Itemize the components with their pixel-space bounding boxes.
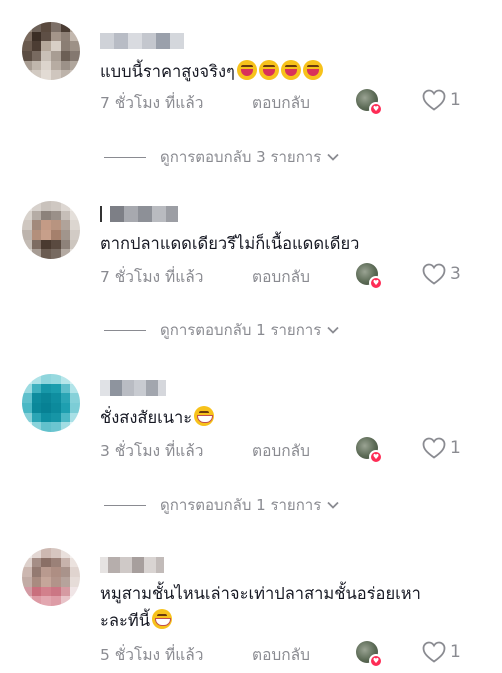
laughing-emoji-icon — [236, 60, 257, 80]
creator-liked-avatar: ♥ — [356, 263, 383, 290]
comment-timestamp: 5 ชั่วโมง ที่แล้ว — [100, 646, 204, 664]
grinning-emoji-icon — [194, 406, 215, 426]
username-blurred[interactable] — [100, 33, 184, 49]
laughing-emoji-icon — [302, 60, 323, 80]
comment-text-line: ะละทีนี้ — [100, 607, 470, 634]
chevron-down-icon — [327, 153, 339, 161]
comment-text-line: หมูสามชั้นไหนเล่าจะเท่าปลาสามชั้นอร่อยเห… — [100, 584, 421, 603]
comment-text: แบบนี้ราคาสูงจริงๆ — [100, 58, 470, 85]
view-replies-label: ดูการตอบกลับ 3 รายการ — [160, 148, 322, 166]
avatar[interactable] — [22, 548, 80, 606]
view-replies-label: ดูการตอบกลับ 1 รายการ — [160, 496, 322, 514]
avatar[interactable] — [22, 22, 80, 80]
creator-liked-avatar: ♥ — [356, 437, 383, 464]
comment-text: ตากปลาแดดเดียวรึไม่ก็เนื้อแดดเดียว — [100, 234, 360, 253]
heart-outline-icon — [422, 263, 446, 285]
reply-button[interactable]: ตอบกลับ — [252, 90, 310, 115]
reply-button[interactable]: ตอบกลับ — [252, 642, 310, 667]
creator-liked-avatar: ♥ — [356, 641, 383, 668]
comment-text: หมูสามชั้นไหนเล่าจะเท่าปลาสามชั้นอร่อยเห… — [100, 580, 470, 634]
creator-liked-avatar: ♥ — [356, 89, 383, 116]
comment-text: ชั่งสงสัยเนาะ — [100, 404, 470, 431]
comment-timestamp: 3 ชั่วโมง ที่แล้ว — [100, 442, 204, 460]
like-button[interactable]: 1 — [422, 641, 461, 663]
avatar[interactable] — [22, 201, 80, 259]
like-button[interactable]: 3 — [422, 263, 461, 285]
chevron-down-icon — [327, 326, 339, 334]
like-count: 1 — [450, 90, 461, 110]
divider-line — [104, 504, 146, 506]
heart-badge-icon: ♥ — [369, 102, 383, 116]
heart-outline-icon — [422, 641, 446, 663]
heart-badge-icon: ♥ — [369, 654, 383, 668]
reply-button[interactable]: ตอบกลับ — [252, 438, 310, 463]
heart-outline-icon — [422, 89, 446, 111]
comment-timestamp: 7 ชั่วโมง ที่แล้ว — [100, 94, 204, 112]
heart-badge-icon: ♥ — [369, 276, 383, 290]
grinning-emoji-icon — [152, 609, 172, 629]
username-blurred[interactable] — [100, 380, 166, 396]
like-button[interactable]: 1 — [422, 437, 461, 459]
laughing-emoji-icon — [280, 60, 301, 80]
view-replies-button[interactable]: ดูการตอบกลับ 1 รายการ — [104, 493, 339, 517]
like-count: 3 — [450, 264, 461, 284]
laughing-emoji-icon — [258, 60, 279, 80]
heart-badge-icon: ♥ — [369, 450, 383, 464]
like-count: 1 — [450, 642, 461, 662]
username-blurred[interactable] — [100, 206, 178, 222]
username-blurred[interactable] — [100, 557, 164, 573]
heart-outline-icon — [422, 437, 446, 459]
like-count: 1 — [450, 438, 461, 458]
reply-button[interactable]: ตอบกลับ — [252, 264, 310, 289]
avatar[interactable] — [22, 374, 80, 432]
chevron-down-icon — [327, 501, 339, 509]
like-button[interactable]: 1 — [422, 89, 461, 111]
comment-timestamp: 7 ชั่วโมง ที่แล้ว — [100, 268, 204, 286]
divider-line — [104, 329, 146, 331]
view-replies-button[interactable]: ดูการตอบกลับ 1 รายการ — [104, 318, 339, 342]
divider-line — [104, 156, 146, 158]
view-replies-button[interactable]: ดูการตอบกลับ 3 รายการ — [104, 145, 339, 169]
view-replies-label: ดูการตอบกลับ 1 รายการ — [160, 321, 322, 339]
